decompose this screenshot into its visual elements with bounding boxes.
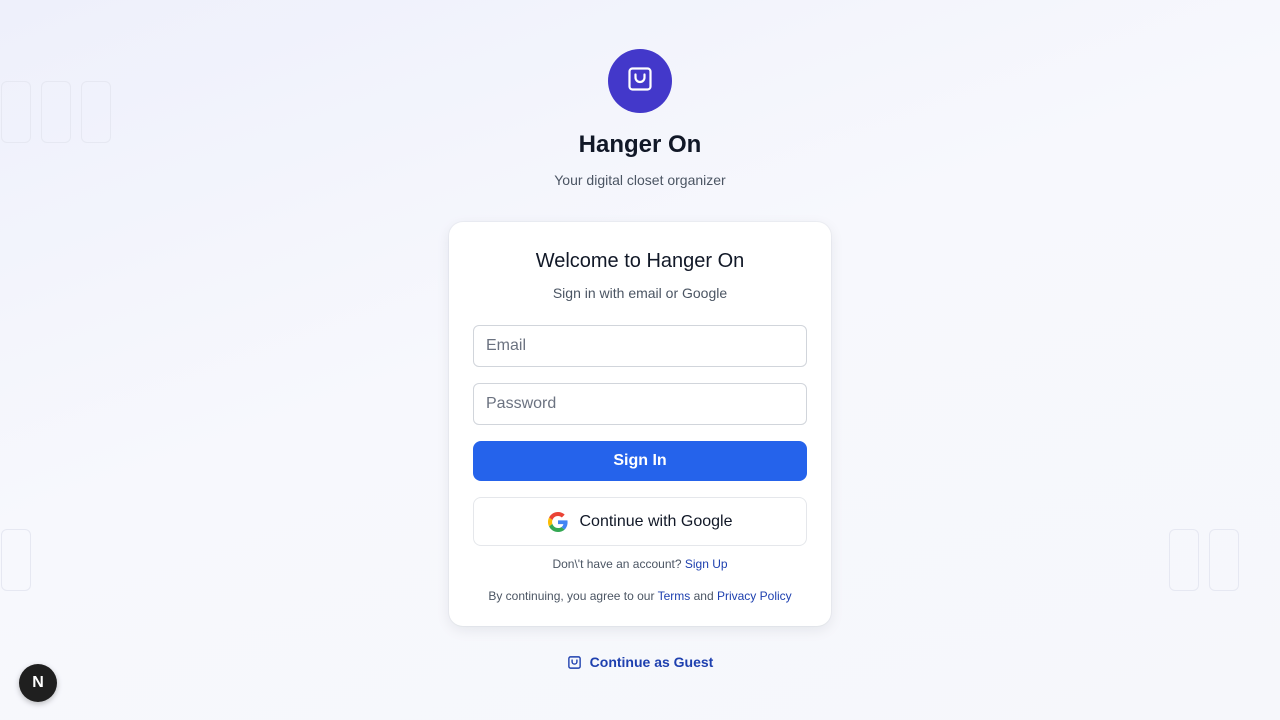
app-logo bbox=[608, 49, 672, 113]
n-logo-icon: N bbox=[32, 674, 44, 691]
email-field[interactable] bbox=[473, 325, 807, 367]
sign-up-link[interactable]: Sign Up bbox=[685, 557, 728, 571]
shopping-bag-icon bbox=[626, 65, 654, 98]
app-title: Hanger On bbox=[578, 131, 702, 158]
continue-as-guest-button[interactable]: Continue as Guest bbox=[0, 653, 1280, 671]
decorative-hanger-outline bbox=[1209, 529, 1239, 591]
google-icon bbox=[547, 511, 568, 532]
google-button-label: Continue with Google bbox=[579, 512, 733, 530]
terms-link[interactable]: Terms bbox=[658, 589, 691, 603]
decorative-hanger-outline bbox=[1169, 529, 1199, 591]
password-field[interactable] bbox=[473, 383, 807, 425]
sign-in-card: Welcome to Hanger On Sign in with email … bbox=[449, 222, 831, 626]
terms-and-text: and bbox=[693, 589, 714, 603]
card-title: Welcome to Hanger On bbox=[535, 250, 745, 272]
sign-in-button[interactable]: Sign In bbox=[473, 441, 807, 481]
signup-prompt-line: Don\'t have an account? Sign Up bbox=[449, 556, 831, 572]
guest-label: Continue as Guest bbox=[589, 654, 714, 670]
terms-notice: By continuing, you agree to our Terms an… bbox=[449, 588, 831, 604]
card-subtitle: Sign in with email or Google bbox=[552, 285, 728, 301]
signup-prompt-text: Don\'t have an account? bbox=[552, 557, 682, 571]
next-dev-tools-button[interactable]: N bbox=[19, 664, 57, 702]
privacy-policy-link[interactable]: Privacy Policy bbox=[717, 589, 792, 603]
app-subtitle: Your digital closet organizer bbox=[554, 172, 726, 188]
shopping-bag-icon bbox=[567, 655, 582, 670]
decorative-hanger-outline bbox=[1, 529, 31, 591]
google-sign-in-button[interactable]: Continue with Google bbox=[473, 497, 807, 546]
terms-prefix-text: By continuing, you agree to our bbox=[488, 589, 655, 603]
